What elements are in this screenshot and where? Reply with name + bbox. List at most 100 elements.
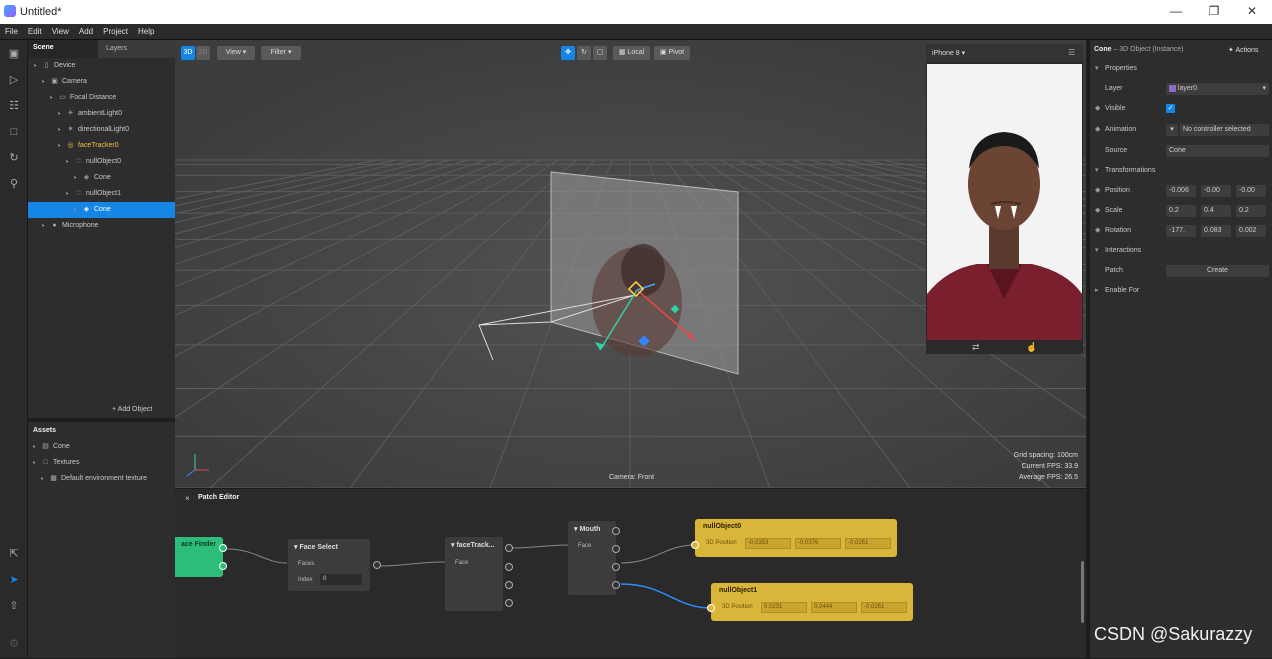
interactions-section[interactable]: ▾ Interactions [1090, 241, 1272, 261]
minimize-icon[interactable]: — [1166, 4, 1186, 18]
null-object0-node[interactable]: nullObject0 3D Position -0.0353 -0.0376 … [695, 519, 897, 557]
expand-arrow-icon[interactable]: ▸ [41, 471, 49, 487]
upload-icon[interactable]: ⇧ [8, 600, 20, 612]
output-port[interactable] [373, 561, 381, 569]
menu-edit[interactable]: Edit [23, 24, 47, 36]
refresh-icon[interactable]: ↻ [8, 152, 20, 164]
tab-scene[interactable]: Scene [33, 44, 54, 51]
expand-arrow-icon[interactable]: ▸ [66, 186, 74, 202]
visible-checkbox[interactable]: ✓ [1166, 104, 1175, 113]
expand-arrow-icon[interactable]: ▸ [42, 218, 50, 234]
position-x[interactable]: -0.006 [1166, 185, 1196, 197]
scene-tree-item[interactable]: ▸ ◈ Cone [28, 170, 175, 186]
position-y-field[interactable]: 0.0444 [811, 602, 857, 613]
scene-tree-item[interactable]: ▸ ☀ ambientLight0 [28, 106, 175, 122]
face-finder-node[interactable]: ace Finder [175, 537, 223, 577]
scale-z[interactable]: 0.2 [1236, 205, 1266, 217]
expand-arrow-icon[interactable]: ▸ [33, 455, 41, 471]
rotate-tool-icon[interactable]: ↻ [577, 46, 591, 60]
settings-icon[interactable]: ⚙ [8, 638, 20, 650]
output-port[interactable] [219, 544, 227, 552]
video-icon[interactable]: ▷ [8, 74, 20, 86]
expand-arrow-icon[interactable]: ▸ [50, 90, 58, 106]
expand-arrow-icon[interactable]: ▸ [42, 74, 50, 90]
view-dropdown[interactable]: View ▾ [217, 46, 255, 60]
expand-arrow-icon[interactable]: ▸ [58, 122, 66, 138]
actions-button[interactable]: ✦ Actions [1228, 46, 1258, 54]
mode-2d-button[interactable]: 2D [196, 46, 210, 60]
output-port[interactable] [219, 562, 227, 570]
output-port[interactable] [505, 581, 513, 589]
expand-arrow-icon[interactable]: ▸ [58, 106, 66, 122]
output-port[interactable] [505, 544, 513, 552]
menu-help[interactable]: Help [133, 24, 159, 36]
expand-arrow-icon[interactable]: ▸ [34, 58, 42, 74]
position-z-field[interactable]: -0.0261 [845, 538, 891, 549]
scene-tree-item[interactable]: ▸ ◎ faceTracker0 [28, 138, 175, 154]
position-x-field[interactable]: -0.0353 [745, 538, 791, 549]
device-dropdown[interactable]: iPhone 8 ▾ [932, 49, 965, 57]
layer-dropdown[interactable]: layer0 ▾ [1166, 83, 1269, 95]
share-icon[interactable]: ➤ [8, 574, 20, 586]
flip-camera-icon[interactable]: ⇄ [972, 342, 980, 353]
move-tool-icon[interactable]: ✥ [561, 46, 575, 60]
scene-tree-item[interactable]: ▸ ∷ nullObject0 [28, 154, 175, 170]
create-patch-button[interactable]: Create [1166, 265, 1269, 277]
enable-for-section[interactable]: ▸ Enable For [1090, 281, 1272, 301]
tab-layers[interactable]: Layers [98, 40, 175, 58]
scale-y[interactable]: 0.4 [1201, 205, 1231, 217]
menu-icon[interactable]: ☰ [1068, 48, 1075, 57]
rotation-x[interactable]: -177. [1166, 225, 1196, 237]
mouth-node[interactable]: ▾ Mouth Face [568, 521, 616, 595]
local-button[interactable]: ▦ Local [613, 46, 650, 60]
position-y-field[interactable]: -0.0376 [795, 538, 841, 549]
scene-tree-item[interactable]: ▸ ▣ Camera [28, 74, 175, 90]
position-z-field[interactable]: -0.0261 [861, 602, 907, 613]
transformations-section[interactable]: ▾ Transformations [1090, 161, 1272, 181]
output-port[interactable] [612, 545, 620, 553]
pivot-button[interactable]: ▣ Pivot [654, 46, 690, 60]
expand-arrow-icon[interactable]: ▸ [58, 138, 66, 154]
source-field[interactable]: Cone [1166, 145, 1269, 157]
scale-x[interactable]: 0.2 [1166, 205, 1196, 217]
search-icon[interactable]: ⚲ [8, 178, 20, 190]
viewport[interactable]: 3D 2D View ▾ Filter ▾ ✥ ↻ ▢ ▦ Local ▣ Pi… [175, 40, 1086, 488]
filter-dropdown[interactable]: Filter ▾ [261, 46, 301, 60]
close-icon[interactable]: ✕ [1242, 4, 1262, 18]
scale-tool-icon[interactable]: ▢ [593, 46, 607, 60]
touch-icon[interactable]: ☝ [1026, 342, 1037, 353]
asset-item[interactable]: ▸ ▤ Cone [28, 439, 175, 455]
input-port[interactable] [707, 604, 715, 612]
scene-tree-item[interactable]: ▸ ◈ Cone [28, 202, 175, 218]
asset-item[interactable]: ▸ ▦ Default environment texture [28, 471, 175, 487]
properties-section[interactable]: ▾ Properties [1090, 59, 1272, 79]
index-input[interactable]: 0 [320, 574, 362, 585]
expand-arrow-icon[interactable]: ▸ [74, 202, 82, 218]
position-x-field[interactable]: 0.0231 [761, 602, 807, 613]
output-port[interactable] [612, 581, 620, 589]
rotation-y[interactable]: 0.083 [1201, 225, 1231, 237]
expand-arrow-icon[interactable]: ▸ [66, 154, 74, 170]
restore-icon[interactable]: ❐ [1204, 4, 1224, 18]
layers-icon[interactable]: ☷ [8, 100, 20, 112]
input-port[interactable] [691, 541, 699, 549]
menu-project[interactable]: Project [98, 24, 133, 36]
face-tracker-node[interactable]: ▾ faceTrack... Face [445, 537, 503, 611]
scene-tree-item[interactable]: ▸ ▭ Focal Distance [28, 90, 175, 106]
output-port[interactable] [505, 599, 513, 607]
output-port[interactable] [612, 527, 620, 535]
position-y[interactable]: -0.00 [1201, 185, 1231, 197]
export-icon[interactable]: ⇱ [8, 548, 20, 560]
scene-tree-item[interactable]: ▸ ∷ nullObject1 [28, 186, 175, 202]
output-port[interactable] [612, 563, 620, 571]
menu-view[interactable]: View [47, 24, 74, 36]
rotation-z[interactable]: 0.002 [1236, 225, 1266, 237]
scene-tree-item[interactable]: ▸ ● Microphone [28, 218, 175, 234]
output-port[interactable] [505, 563, 513, 571]
animation-dropdown[interactable]: ▾ [1166, 124, 1178, 136]
animation-value[interactable]: No controller selected [1180, 124, 1269, 136]
scene-tree-item[interactable]: ▸ ✶ directionalLight0 [28, 122, 175, 138]
menu-add[interactable]: Add [74, 24, 98, 36]
add-object-button[interactable]: + Add Object [112, 406, 152, 413]
expand-arrow-icon[interactable]: ▸ [33, 439, 41, 455]
